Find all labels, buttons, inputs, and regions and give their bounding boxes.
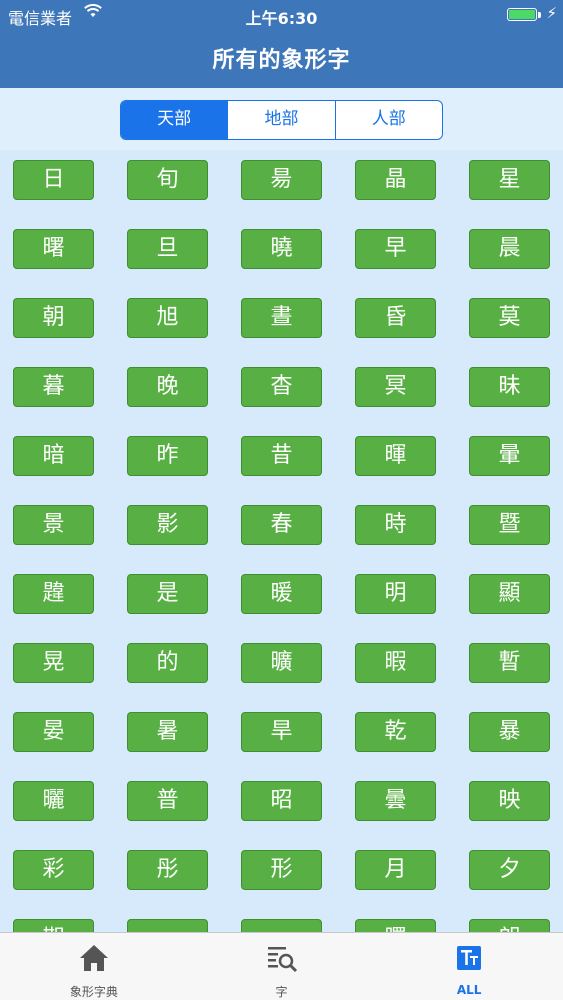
character-button[interactable]: 景 bbox=[13, 505, 94, 545]
search-list-icon bbox=[265, 941, 299, 975]
page-title: 所有的象形字 bbox=[212, 48, 351, 73]
text-size-icon bbox=[452, 941, 486, 975]
character-button[interactable]: 暈 bbox=[469, 436, 550, 476]
character-button[interactable]: 明 bbox=[355, 574, 436, 614]
status-bar: 電信業者 上午6:30 ⚡ bbox=[0, 0, 563, 30]
character-button[interactable]: 是 bbox=[127, 574, 208, 614]
character-button[interactable]: 晶 bbox=[355, 160, 436, 200]
character-button[interactable]: 曉 bbox=[241, 229, 322, 269]
character-button[interactable]: 曇 bbox=[355, 781, 436, 821]
character-button[interactable]: 昜 bbox=[241, 160, 322, 200]
character-button[interactable]: 昨 bbox=[127, 436, 208, 476]
character-button[interactable]: 晚 bbox=[127, 367, 208, 407]
character-button[interactable]: 昧 bbox=[469, 367, 550, 407]
character-button[interactable]: 暉 bbox=[355, 436, 436, 476]
character-button[interactable]: 莫 bbox=[469, 298, 550, 338]
character-button[interactable]: 早 bbox=[355, 229, 436, 269]
character-button[interactable]: 日 bbox=[13, 160, 94, 200]
character-button[interactable]: 昏 bbox=[355, 298, 436, 338]
character-button[interactable]: 曙 bbox=[13, 229, 94, 269]
character-button[interactable]: 朝 bbox=[13, 298, 94, 338]
character-button[interactable]: 普 bbox=[127, 781, 208, 821]
character-button[interactable]: 暑 bbox=[127, 712, 208, 752]
battery-icon bbox=[507, 8, 537, 21]
segment-bar: 天部 地部 人部 bbox=[0, 88, 563, 150]
segment-human[interactable]: 人部 bbox=[334, 101, 442, 139]
character-button[interactable]: 期 bbox=[13, 919, 94, 932]
character-button[interactable]: 旱 bbox=[241, 712, 322, 752]
home-icon bbox=[77, 941, 111, 975]
character-button[interactable]: 暖 bbox=[241, 574, 322, 614]
character-button[interactable]: 暮 bbox=[13, 367, 94, 407]
status-time: 上午6:30 bbox=[245, 9, 318, 28]
character-button[interactable]: 暨 bbox=[469, 505, 550, 545]
character-button[interactable]: 暴 bbox=[469, 712, 550, 752]
header: 電信業者 上午6:30 ⚡ 所有的象形字 bbox=[0, 0, 563, 88]
character-button[interactable]: 曠 bbox=[241, 643, 322, 683]
character-button[interactable]: 彤 bbox=[127, 850, 208, 890]
character-button[interactable]: 昭 bbox=[241, 781, 322, 821]
character-button[interactable]: 暫 bbox=[469, 643, 550, 683]
tab-label-dictionary: 象形字典 bbox=[69, 985, 118, 999]
character-button[interactable]: 月 bbox=[355, 850, 436, 890]
character-button[interactable]: 旦 bbox=[127, 229, 208, 269]
character-button[interactable]: 冥 bbox=[355, 367, 436, 407]
character-grid[interactable]: 日旬昜晶星曙旦曉早晨朝旭晝昏莫暮晚杳冥昧暗昨昔暉暈景影春時暨韙是暖明顯晃的曠暇暫… bbox=[0, 150, 563, 932]
character-button[interactable]: 影 bbox=[127, 505, 208, 545]
character-button[interactable]: 晏 bbox=[13, 712, 94, 752]
character-button[interactable]: 彩 bbox=[13, 850, 94, 890]
character-button[interactable]: 朗 bbox=[469, 919, 550, 932]
character-button[interactable]: 乾 bbox=[355, 712, 436, 752]
character-button[interactable] bbox=[241, 919, 322, 932]
segment-earth[interactable]: 地部 bbox=[227, 101, 334, 139]
character-button[interactable]: 映 bbox=[469, 781, 550, 821]
character-button[interactable]: 星 bbox=[469, 160, 550, 200]
character-button[interactable] bbox=[127, 919, 208, 932]
tab-bar: 象形字典 字 ALL bbox=[0, 932, 563, 1000]
character-button[interactable]: 暇 bbox=[355, 643, 436, 683]
character-button[interactable]: 旭 bbox=[127, 298, 208, 338]
character-button[interactable]: 的 bbox=[127, 643, 208, 683]
character-button[interactable]: 韙 bbox=[13, 574, 94, 614]
battery-tip bbox=[538, 12, 541, 18]
charging-icon: ⚡ bbox=[546, 4, 557, 22]
character-button[interactable]: 暗 bbox=[13, 436, 94, 476]
character-button[interactable]: 晝 bbox=[241, 298, 322, 338]
character-button[interactable]: 春 bbox=[241, 505, 322, 545]
character-button[interactable]: 昔 bbox=[241, 436, 322, 476]
character-grid-inner: 日旬昜晶星曙旦曉早晨朝旭晝昏莫暮晚杳冥昧暗昨昔暉暈景影春時暨韙是暖明顯晃的曠暇暫… bbox=[13, 160, 550, 932]
character-button[interactable]: 杳 bbox=[241, 367, 322, 407]
character-button[interactable]: 旬 bbox=[127, 160, 208, 200]
tab-all[interactable]: ALL bbox=[375, 933, 563, 1000]
character-button[interactable]: 時 bbox=[355, 505, 436, 545]
tab-label-all: ALL bbox=[456, 983, 482, 997]
character-button[interactable]: 曙 bbox=[355, 919, 436, 932]
tab-label-character: 字 bbox=[275, 985, 288, 999]
character-button[interactable]: 曬 bbox=[13, 781, 94, 821]
character-button[interactable]: 顯 bbox=[469, 574, 550, 614]
character-button[interactable]: 形 bbox=[241, 850, 322, 890]
segmented-control: 天部 地部 人部 bbox=[120, 100, 443, 140]
tab-dictionary[interactable]: 象形字典 bbox=[0, 933, 188, 1000]
character-button[interactable]: 夕 bbox=[469, 850, 550, 890]
tab-character[interactable]: 字 bbox=[188, 933, 376, 1000]
character-button[interactable]: 晃 bbox=[13, 643, 94, 683]
character-button[interactable]: 晨 bbox=[469, 229, 550, 269]
segment-sky[interactable]: 天部 bbox=[121, 101, 228, 139]
